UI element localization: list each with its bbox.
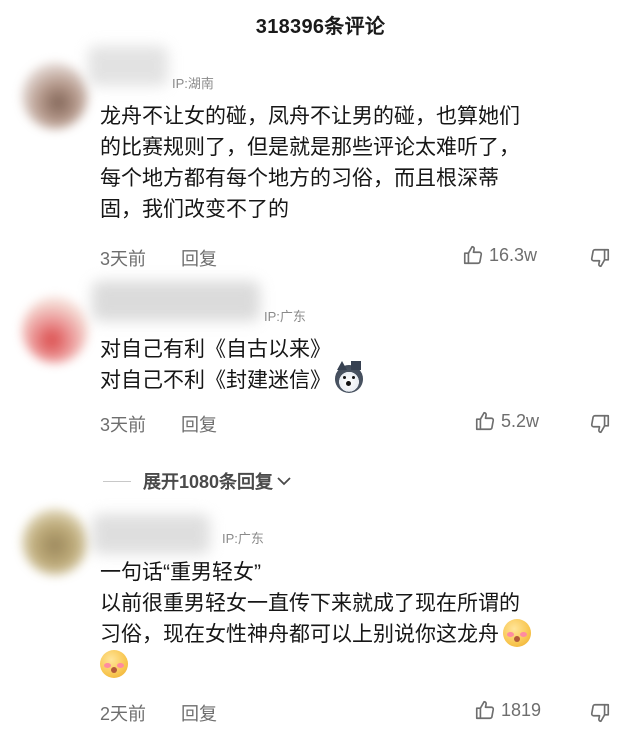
avatar[interactable] [22, 509, 88, 575]
reply-button[interactable]: 回复 [181, 704, 217, 724]
thumbs-down-icon[interactable] [589, 247, 611, 269]
thumbs-up-icon [475, 411, 495, 431]
reply-button[interactable]: 回复 [181, 415, 217, 435]
like-button[interactable]: 1819 [474, 699, 541, 721]
comment-time: 2天前 [100, 704, 147, 724]
username-blurred[interactable] [92, 514, 210, 554]
comment-line: 习俗，现在女性神舟都可以上别说你这龙舟 [100, 619, 620, 650]
comment-line: 一句话“重男轻女” [100, 561, 261, 584]
username-blurred[interactable] [88, 46, 168, 86]
comment-line [100, 650, 620, 681]
expand-replies-label: 展开1080条回复 [143, 472, 274, 492]
like-count: 1819 [501, 699, 542, 720]
comment-meta: 3天前 回复 [100, 411, 217, 437]
comment-meta: 3天前 回复 [100, 245, 217, 271]
like-count: 5.2w [501, 410, 540, 431]
expand-replies-button[interactable]: 展开1080条回复 [103, 468, 292, 494]
like-button[interactable]: 5.2w [474, 410, 539, 432]
comment-line: 的比赛规则了，但是就是那些评论太难听了， [100, 136, 520, 159]
comment-line: 每个地方都有每个地方的习俗，而且根深蒂 [100, 167, 499, 190]
comment-count-title: 318396条评论 [255, 16, 386, 38]
like-count: 16.3w [489, 244, 538, 265]
thumbs-down-icon[interactable] [589, 413, 611, 435]
comments-page: 318396条评论 IP:湖南 龙舟不让女的碰，凤舟不让男的碰，也算她们 的比赛… [0, 0, 641, 734]
comment-line: 对自己有利《自古以来》 [100, 338, 331, 361]
ip-location: IP:广东 [264, 309, 306, 324]
comment-text: 对自己有利《自古以来》 对自己不利《封建迷信》 [100, 334, 620, 396]
comment-time: 3天前 [100, 415, 147, 435]
thumbs-up-icon [463, 245, 483, 265]
thumbs-up-icon [475, 700, 495, 720]
username-blurred[interactable] [92, 281, 260, 321]
ip-location: IP:广东 [222, 531, 264, 546]
comment-line-text: 习俗，现在女性神舟都可以上别说你这龙舟 [100, 623, 499, 646]
blushing-face-emoji [503, 619, 531, 647]
reply-button[interactable]: 回复 [181, 249, 217, 269]
comment-line: 固，我们改变不了的 [100, 198, 289, 221]
thumbs-down-icon[interactable] [589, 702, 611, 724]
husky-dog-emoji [335, 361, 363, 393]
ip-location: IP:湖南 [172, 76, 214, 91]
comment-time: 3天前 [100, 249, 147, 269]
comment-line: 对自己不利《封建迷信》 [100, 361, 620, 396]
comment-text: 龙舟不让女的碰，凤舟不让男的碰，也算她们 的比赛规则了，但是就是那些评论太难听了… [100, 101, 620, 225]
like-button[interactable]: 16.3w [462, 244, 537, 266]
blushing-face-emoji [100, 650, 128, 678]
comment-line: 以前很重男轻女一直传下来就成了现在所谓的 [100, 592, 520, 615]
comment-line-text: 对自己不利《封建迷信》 [100, 369, 331, 392]
avatar[interactable] [22, 63, 88, 129]
comment-line: 龙舟不让女的碰，凤舟不让男的碰，也算她们 [100, 105, 520, 128]
chevron-down-icon [277, 477, 291, 486]
comment-text: 一句话“重男轻女” 以前很重男轻女一直传下来就成了现在所谓的 习俗，现在女性神舟… [100, 557, 620, 681]
avatar[interactable] [22, 297, 88, 363]
comment-meta: 2天前 回复 [100, 700, 217, 726]
divider [103, 480, 131, 482]
